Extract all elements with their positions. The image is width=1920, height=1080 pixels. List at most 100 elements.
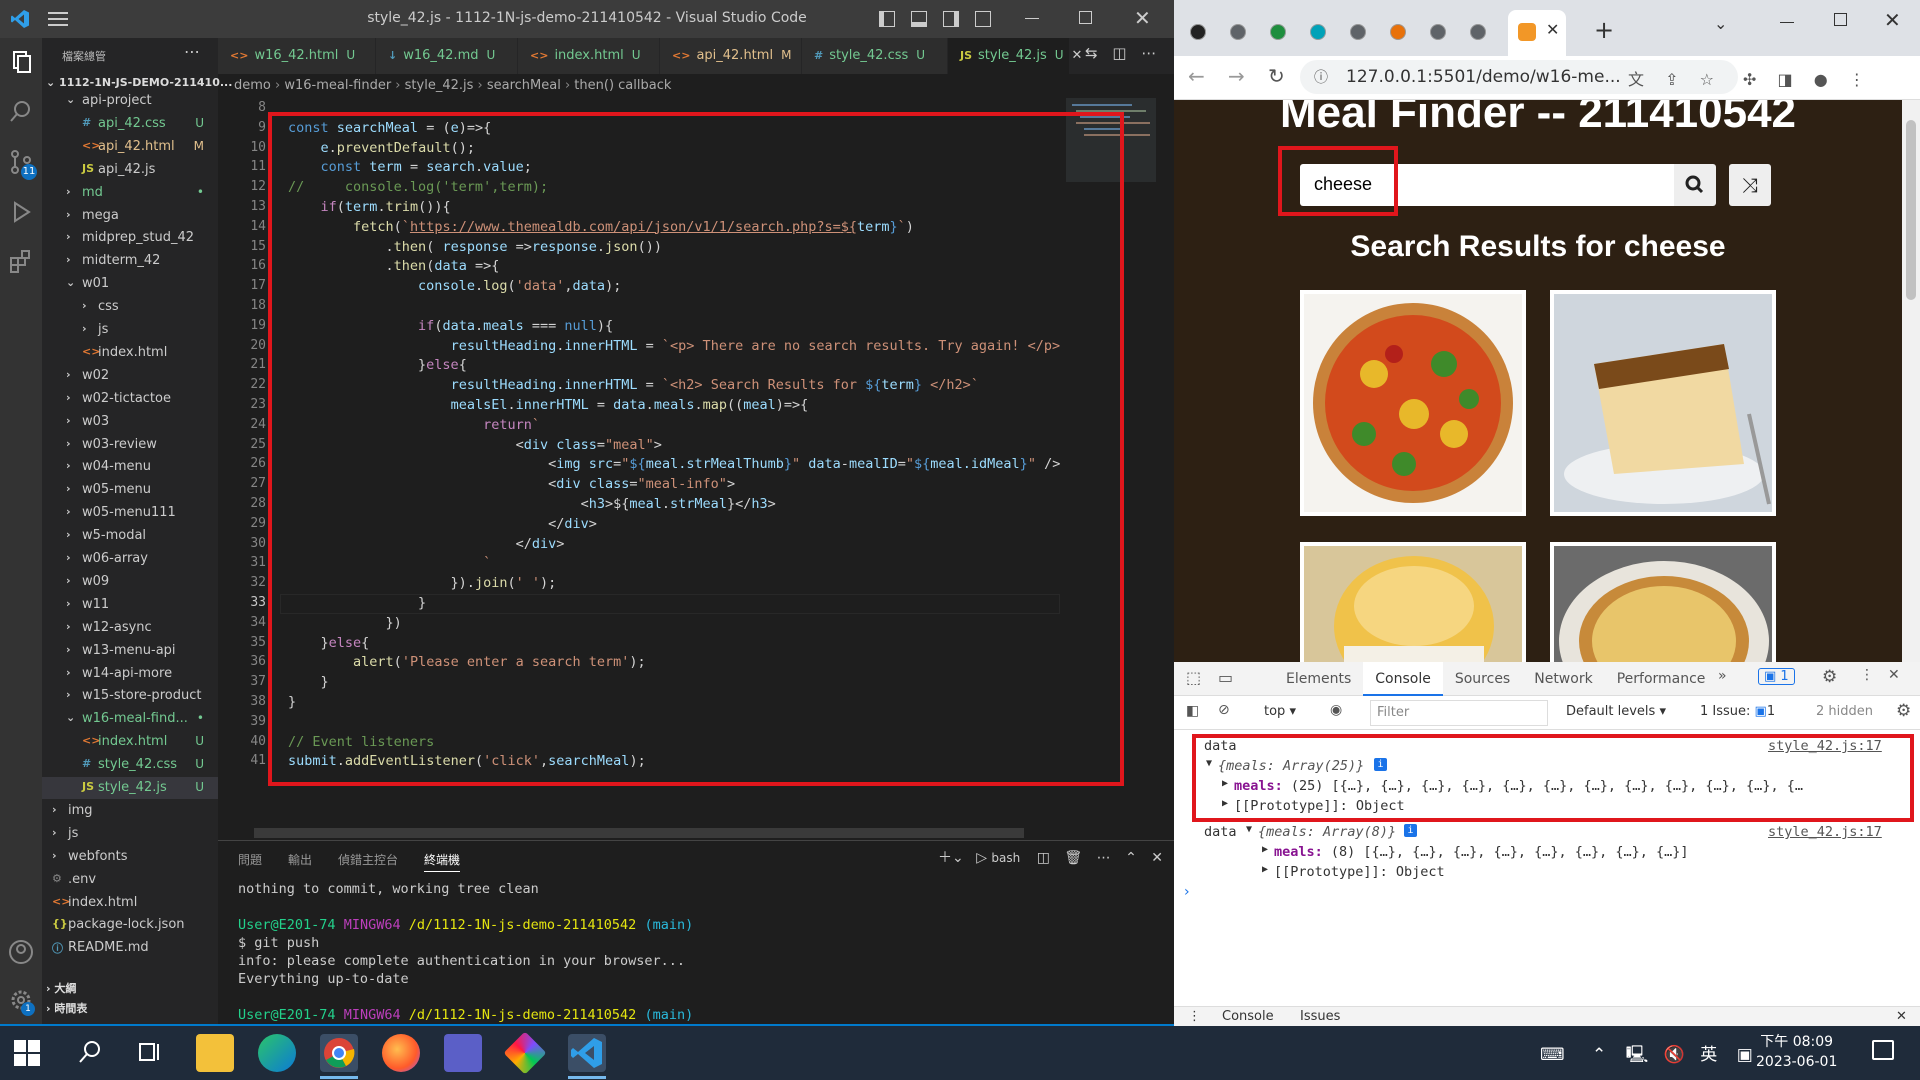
console-prompt[interactable]: › [1184,884,1190,900]
tree-folder[interactable]: › w02 [42,365,218,387]
chrome-minimize-button[interactable] [1780,22,1794,23]
network-icon[interactable]: 🖳 [1626,1045,1649,1065]
expand-arrow-icon[interactable]: ▶ [1262,864,1268,875]
editor-tab[interactable]: <> index.html U [518,38,660,74]
explorer-more-icon[interactable]: ⋯ [184,42,200,61]
tree-folder[interactable]: › js [42,319,218,341]
explorer-icon[interactable] [7,48,35,76]
new-tab-button[interactable]: + [1594,16,1614,44]
ime-indicator[interactable]: 英 [1700,1045,1717,1065]
account-icon[interactable] [7,938,35,966]
tree-folder[interactable]: › w11 [42,594,218,616]
editor-tab[interactable]: <> w16_42.html U [218,38,376,74]
log-levels-select[interactable]: Default levels ▾ [1566,704,1666,719]
tree-file[interactable]: # style_42.css U [42,754,218,776]
panel-tab[interactable]: 偵錯主控台 [338,853,398,867]
globe-icon[interactable] [1468,22,1488,42]
console-filter-input[interactable]: Filter [1370,700,1548,726]
devtools-tab[interactable]: Sources [1443,662,1522,696]
drawer-more-icon[interactable]: ⋮ [1188,1009,1201,1024]
forward-icon[interactable]: → [1228,64,1245,88]
new-terminal-icon[interactable]: ＋⌄ [938,850,964,866]
root-folder[interactable]: ⌄ 1112-1N-JS-DEMO-211410... [46,76,232,89]
clock[interactable]: 下午 08:09 2023-06-01 [1756,1032,1837,1072]
split-terminal-icon[interactable]: ◫ [1037,850,1050,866]
tree-folder[interactable]: › w06-array [42,548,218,570]
breadcrumb-item[interactable]: demo [234,78,271,93]
horizontal-scrollbar[interactable] [254,828,1024,838]
tree-folder[interactable]: › w03 [42,411,218,433]
vscode-taskbar-icon[interactable] [568,1034,606,1072]
breadcrumb-item[interactable]: style_42.js [405,78,474,93]
breadcrumb-item[interactable]: then() callback [574,78,671,93]
tree-file[interactable]: ⓘ README.md [42,937,218,959]
editor-tab[interactable]: ↓ w16_42.md U [376,38,518,74]
minimize-button[interactable] [1025,18,1039,19]
tree-folder[interactable]: › w04-menu [42,456,218,478]
green-app-icon[interactable] [1268,22,1288,42]
devtools-more-icon[interactable]: ⋮ [1860,667,1874,683]
tree-file[interactable]: <> api_42.html M [42,136,218,158]
maximize-button[interactable] [1079,11,1092,24]
tree-folder[interactable]: › midprep_stud_42 [42,227,218,249]
page-scrollbar[interactable] [1902,100,1920,662]
kill-terminal-icon[interactable]: 🗑 [1064,850,1082,866]
console-settings-icon[interactable]: ⚙ [1896,701,1911,721]
firefox-icon[interactable] [382,1034,420,1072]
toggle-sidebar-icon[interactable] [879,11,895,27]
tree-folder[interactable]: › mega [42,205,218,227]
github-icon[interactable] [1188,22,1208,42]
devtools-tab[interactable]: Network [1522,662,1604,696]
terminal-output[interactable]: nothing to commit, working tree clean Use… [238,881,1158,1025]
customize-layout-icon[interactable] [975,11,991,27]
extensions-puzzle-icon[interactable]: ✣ [1743,70,1756,89]
live-expression-icon[interactable]: ◉ [1330,702,1342,718]
clear-console-icon[interactable]: ⊘ [1218,702,1230,718]
maximize-panel-icon[interactable]: ⌃ [1125,850,1137,866]
close-panel-icon[interactable]: ✕ [1151,850,1163,866]
messages-badge[interactable]: ▣ 1 [1758,668,1795,685]
globe-icon[interactable] [1348,22,1368,42]
run-debug-icon[interactable] [7,198,35,226]
meal-card[interactable] [1300,290,1526,516]
devtools-tab[interactable]: Elements [1274,662,1363,696]
log-source-link[interactable]: style_42.js:17 [1768,824,1882,840]
terminal-shell-icon[interactable]: ▷ bash [976,850,1020,866]
tree-file[interactable]: JS api_42.js [42,159,218,181]
devtools-tab[interactable]: Performance [1605,662,1718,696]
meal-card[interactable] [1550,542,1776,662]
search-icon[interactable] [76,1038,104,1066]
panel-more-icon[interactable]: ⋯ [1097,850,1111,866]
panel-tab[interactable]: 問題 [238,853,262,867]
teams-icon[interactable] [444,1034,482,1072]
close-tab-icon[interactable]: ✕ [1072,48,1083,63]
meal-card[interactable] [1300,542,1526,662]
bookmark-star-icon[interactable]: ☆ [1700,70,1714,89]
extensions-icon[interactable] [7,248,35,276]
manage-gear-icon[interactable]: 1 [7,986,35,1016]
issues-button[interactable]: 1 Issue: ▣1 [1700,704,1775,719]
chrome-maximize-button[interactable] [1834,13,1847,26]
chrome-close-button[interactable]: ✕ [1884,8,1901,32]
tree-file[interactable]: <> index.html [42,342,218,364]
more-actions-icon[interactable]: ⋯ [1141,44,1156,62]
context-select[interactable]: top ▾ [1264,704,1296,719]
devtools-settings-icon[interactable]: ⚙ [1822,667,1837,687]
search-icon[interactable] [7,98,35,126]
share-icon[interactable]: ⇪ [1665,70,1678,89]
source-control-icon[interactable]: 11 [7,148,37,180]
chrome-icon[interactable] [1428,22,1448,42]
drawer-tab-console[interactable]: Console [1222,1009,1274,1024]
inspect-element-icon[interactable]: ⬚ [1186,668,1201,687]
tree-folder[interactable]: › md • [42,182,218,204]
timeline-section[interactable]: › 時間表 [46,1000,87,1016]
breadcrumb-item[interactable]: w16-meal-finder [284,78,391,93]
breadcrumb-item[interactable]: searchMeal [487,78,561,93]
globe-icon[interactable] [1228,22,1248,42]
drawer-tab-issues[interactable]: Issues [1300,1009,1340,1024]
start-button[interactable] [14,1040,40,1066]
git-app-icon[interactable] [503,1031,547,1075]
tree-folder[interactable]: ⌄ api-project [42,90,218,112]
device-toolbar-icon[interactable]: ▭ [1218,668,1233,687]
code-icon[interactable] [1388,22,1408,42]
